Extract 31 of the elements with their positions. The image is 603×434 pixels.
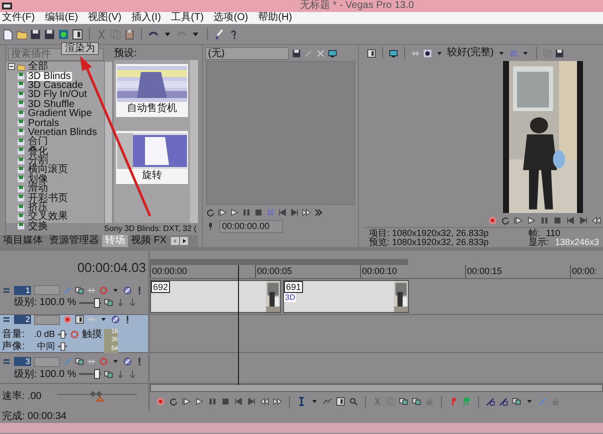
tick-label: 00:00: <box>570 265 603 278</box>
info-value: 110 <box>546 229 560 238</box>
info-label: 帧: <box>528 229 540 238</box>
window-title: 无标题 * - Vegas Pro 13.0 <box>300 0 414 12</box>
pan-value: 中间 <box>36 340 55 352</box>
info-text: 项目: 1080x1920x32, 26.833p <box>369 229 489 238</box>
info-value: 138x246x3 <box>554 238 599 247</box>
event-label: 691 <box>284 281 304 293</box>
tooltip: 渲染为 <box>61 42 99 55</box>
preset-name: 自动售货机 <box>127 103 177 115</box>
rate-label: 速率: .00 <box>2 390 42 402</box>
track-number: 3 <box>14 357 31 366</box>
status-text: Sony 3D Blinds: DXT, 32 ( <box>104 223 196 234</box>
info-text: 预览: 1080x1920x32, 26.833p <box>369 238 489 247</box>
tick-label: 00:00:05 <box>255 265 360 278</box>
status-text: 完成: 00:00:34 <box>1 411 68 423</box>
volume-value: .0 dB <box>32 328 55 340</box>
track-number: 2 <box>14 315 31 324</box>
pan-label: 声像: <box>2 340 26 352</box>
volume-label: 音量: <box>2 328 26 340</box>
info-label: 显示: <box>528 238 549 247</box>
presets-label: 预设: <box>114 48 138 60</box>
preset-name: 旋转 <box>142 170 162 182</box>
tick-label: 00:00:15 <box>465 265 570 278</box>
level-label: 级别: 100.0 % <box>13 368 76 380</box>
tick-label: 00:00:10 <box>360 265 465 278</box>
track-number: 1 <box>14 286 31 294</box>
event-label: 692 <box>151 281 170 293</box>
level-label: 级别: 100.0 % <box>13 297 76 308</box>
event-label: 3D <box>284 293 296 302</box>
timecode: 00:00:04.03 <box>76 259 147 277</box>
